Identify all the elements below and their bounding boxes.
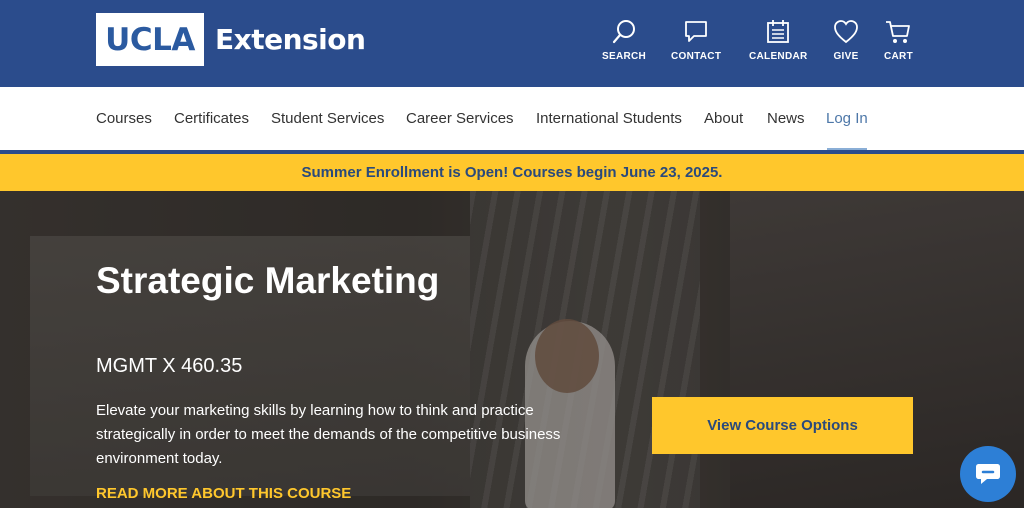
contact-link[interactable]: CONTACT (671, 18, 721, 62)
enrollment-banner: Summer Enrollment is Open! Courses begin… (0, 154, 1024, 191)
nav-item-student-services[interactable]: Student Services (271, 110, 384, 127)
nav-item-certificates[interactable]: Certificates (174, 110, 249, 127)
calendar-link[interactable]: CALENDAR (749, 18, 808, 62)
cart-icon (886, 21, 911, 43)
nav-item-career-services[interactable]: Career Services (406, 110, 514, 127)
chat-icon (976, 464, 1000, 484)
contact-label: CONTACT (671, 51, 722, 62)
calendar-icon (767, 20, 790, 43)
ucla-extension-logo[interactable]: UCLA Extension (96, 13, 366, 66)
nav-item-login[interactable]: Log In (826, 110, 868, 127)
hero-section: Strategic Marketing MGMT X 460.35 Elevat… (0, 191, 1024, 508)
give-label: GIVE (833, 51, 859, 62)
logo-extension-text: Extension (215, 23, 366, 56)
course-code: MGMT X 460.35 (96, 355, 243, 377)
nav-item-international-students[interactable]: International Students (536, 110, 682, 127)
heart-icon (834, 20, 858, 44)
cart-link[interactable]: CART (884, 18, 913, 62)
banner-text: Summer Enrollment is Open! Courses begin… (301, 164, 723, 181)
nav-item-about[interactable]: About (704, 110, 743, 127)
read-more-link[interactable]: READ MORE ABOUT THIS COURSE (96, 485, 351, 502)
course-description: Elevate your marketing skills by learnin… (96, 402, 561, 467)
main-navigation: Courses Certificates Student Services Ca… (0, 87, 1024, 152)
course-title: Strategic Marketing (96, 260, 440, 301)
view-course-options-label: View Course Options (707, 417, 858, 434)
cart-label: CART (884, 51, 913, 62)
logo-box: UCLA (96, 13, 204, 66)
give-link[interactable]: GIVE (832, 18, 860, 62)
view-course-options-button[interactable]: View Course Options (652, 397, 913, 454)
search-link[interactable]: SEARCH (602, 18, 646, 62)
nav-item-courses[interactable]: Courses (96, 110, 152, 127)
logo-ucla-text: UCLA (105, 21, 195, 58)
calendar-label: CALENDAR (749, 51, 808, 62)
chat-bubble-icon (685, 21, 708, 42)
search-label: SEARCH (602, 51, 647, 62)
search-icon (612, 20, 636, 44)
chat-launcher-button[interactable] (960, 446, 1016, 502)
nav-item-news[interactable]: News (767, 110, 805, 127)
site-header: UCLA Extension SEARCH CONTACT CALENDAR G… (0, 0, 1024, 87)
